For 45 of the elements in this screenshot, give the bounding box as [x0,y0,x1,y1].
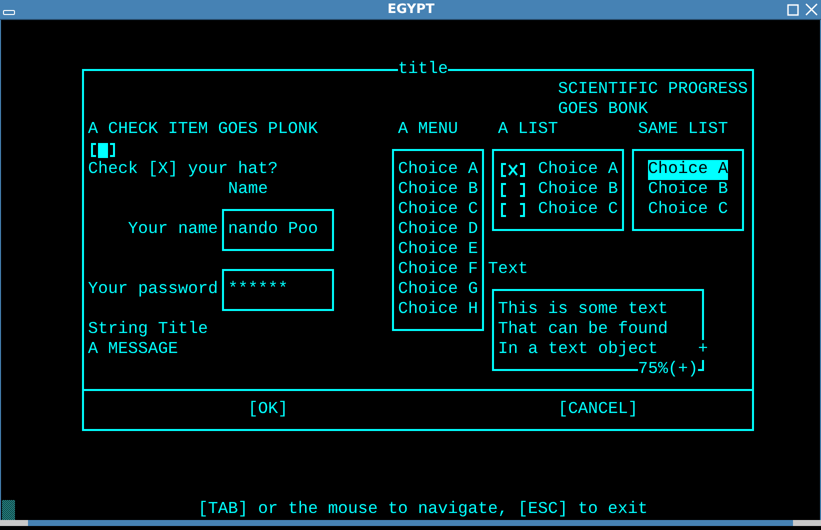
menu-item[interactable]: Choice B [398,180,478,200]
menu-heading: A MENU [398,120,458,140]
list-item[interactable]: Choice A [648,160,728,180]
list-item[interactable]: Choice C [538,200,618,220]
field-label: Your password [88,280,218,300]
checkbox[interactable] [498,160,528,180]
dialog-button[interactable]: [CANCEL] [558,400,638,420]
name-input-field[interactable]: nando Poo [222,209,334,251]
menu-item[interactable]: Choice D [398,220,478,240]
string-title: String Title [88,320,208,340]
status-line: [TAB] or the mouse to navigate, [ESC] to exit [198,500,648,520]
menu-item[interactable]: Choice C [398,200,478,220]
window-title: EGYPT [386,2,435,17]
list-item[interactable]: Choice B [648,180,728,200]
menu-item[interactable]: Choice A [398,160,478,180]
maximize-icon[interactable] [786,4,799,16]
minimize-icon[interactable] [3,10,15,16]
list-heading: SAME LIST [638,120,728,140]
password-input-field[interactable]: ****** [222,269,334,311]
dialog-button[interactable]: [OK] [248,400,288,420]
list-item[interactable]: Choice A [538,160,618,180]
field-label: Your name [128,220,218,240]
close-icon[interactable] [804,3,818,16]
list-heading: A LIST [498,120,558,140]
menu-item[interactable]: Choice G [398,280,478,300]
menu-item[interactable]: Choice H [398,300,478,320]
menu-item[interactable]: Choice E [398,240,478,260]
banner-text: GOES BONK [558,100,648,120]
checkbox[interactable] [88,140,118,160]
banner-text: SCIENTIFIC PROGRESS [558,80,748,100]
hatched-block [2,500,15,520]
check-heading: A CHECK ITEM GOES PLONK [88,120,318,140]
menu-item[interactable]: Choice F [398,260,478,280]
checkbox[interactable] [498,180,528,200]
text-line: That can be found [498,320,668,340]
list-item[interactable]: Choice B [538,180,618,200]
text-line: This is some text [498,300,668,320]
checkbox[interactable] [498,200,528,220]
list-item[interactable]: Choice C [648,200,728,220]
text-line: In a text object [498,340,658,360]
message-text: A MESSAGE [88,340,178,360]
field-heading: Name [228,180,268,200]
text-label: Text [488,260,528,280]
check-prompt: Check [X] your hat? [88,160,278,180]
scroll-marker[interactable]: + [698,340,708,360]
